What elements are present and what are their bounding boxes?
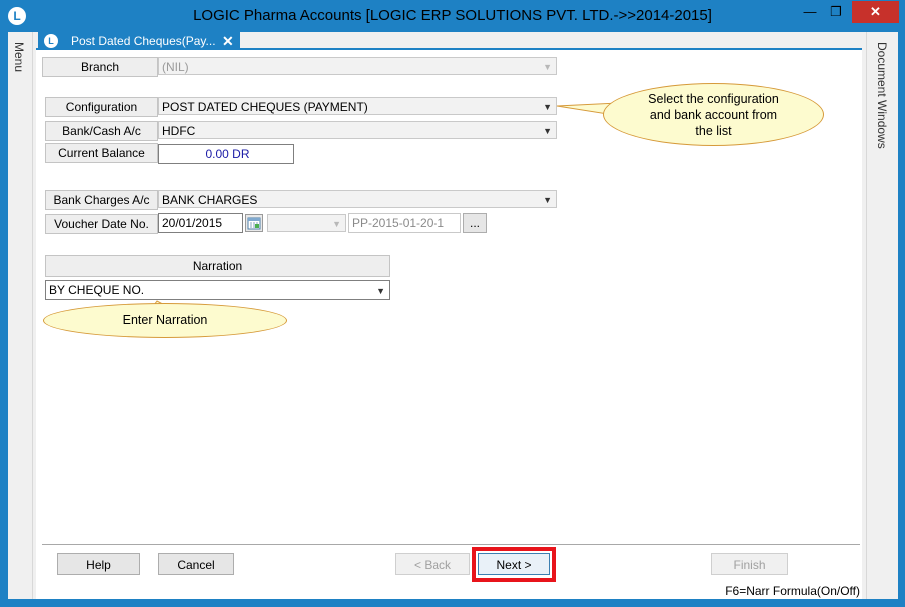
- voucher-date-input[interactable]: 20/01/2015: [158, 213, 243, 233]
- cancel-button[interactable]: Cancel: [158, 553, 234, 575]
- configuration-select[interactable]: POST DATED CHEQUES (PAYMENT) ▼: [158, 97, 557, 115]
- bank-charges-select[interactable]: BANK CHARGES ▼: [158, 190, 557, 208]
- minimize-button[interactable]: —: [796, 1, 824, 23]
- status-hint: F6=Narr Formula(On/Off): [725, 584, 860, 598]
- document-windows-label[interactable]: Document Windows: [875, 42, 889, 149]
- menu-label[interactable]: Menu: [12, 42, 26, 72]
- chevron-down-icon[interactable]: ▼: [543, 122, 552, 140]
- current-balance-label: Current Balance: [45, 143, 158, 163]
- chevron-down-icon[interactable]: ▼: [543, 98, 552, 116]
- current-balance-value: 0.00 DR: [158, 144, 294, 164]
- bank-cash-label: Bank/Cash A/c: [45, 121, 158, 141]
- voucher-browse-button[interactable]: ...: [463, 213, 487, 233]
- config-callout-line-1: Select the configuration: [648, 92, 779, 106]
- window-title: LOGIC Pharma Accounts [LOGIC ERP SOLUTIO…: [193, 7, 712, 24]
- maximize-button[interactable]: ❐: [822, 1, 850, 23]
- title-bar: L LOGIC Pharma Accounts [LOGIC ERP SOLUT…: [0, 0, 905, 32]
- configuration-label: Configuration: [45, 97, 158, 117]
- finish-button: Finish: [711, 553, 788, 575]
- narration-header: Narration: [45, 255, 390, 277]
- bank-cash-select[interactable]: HDFC ▼: [158, 121, 557, 139]
- bank-charges-label: Bank Charges A/c: [45, 190, 158, 210]
- config-callout-line-2: and bank account from: [649, 108, 778, 122]
- voucher-number-input: PP-2015-01-20-1: [348, 213, 461, 233]
- document-windows-strip[interactable]: Document Windows: [866, 32, 898, 599]
- bottom-divider: [42, 544, 860, 545]
- next-button[interactable]: Next >: [478, 553, 550, 575]
- bank-charges-value: BANK CHARGES: [162, 193, 258, 207]
- back-button: < Back: [395, 553, 470, 575]
- voucher-date-label: Voucher Date No.: [45, 214, 158, 234]
- narration-value: BY CHEQUE NO.: [49, 283, 145, 297]
- branch-value: (NIL): [162, 60, 189, 74]
- config-callout-line-3: the list: [695, 124, 732, 138]
- branch-select: (NIL) ▼: [158, 57, 557, 75]
- narration-callout: Enter Narration: [43, 303, 287, 338]
- narration-select[interactable]: BY CHEQUE NO. ▼: [45, 280, 390, 300]
- calendar-icon[interactable]: [245, 214, 263, 232]
- chevron-down-icon[interactable]: ▼: [543, 191, 552, 209]
- configuration-value: POST DATED CHEQUES (PAYMENT): [162, 100, 368, 114]
- menu-strip[interactable]: Menu: [8, 32, 33, 599]
- chevron-down-icon[interactable]: ▼: [376, 282, 385, 300]
- close-window-button[interactable]: ✕: [852, 1, 899, 23]
- chevron-down-icon: ▼: [332, 219, 341, 229]
- bank-cash-value: HDFC: [162, 124, 196, 138]
- branch-label: Branch: [42, 57, 158, 77]
- config-callout: Select the configuration and bank accoun…: [603, 83, 824, 146]
- logic-logo-icon: L: [44, 34, 58, 48]
- help-button[interactable]: Help: [57, 553, 140, 575]
- chevron-down-icon: ▼: [543, 62, 552, 72]
- voucher-number-series-select: ▼: [267, 214, 346, 232]
